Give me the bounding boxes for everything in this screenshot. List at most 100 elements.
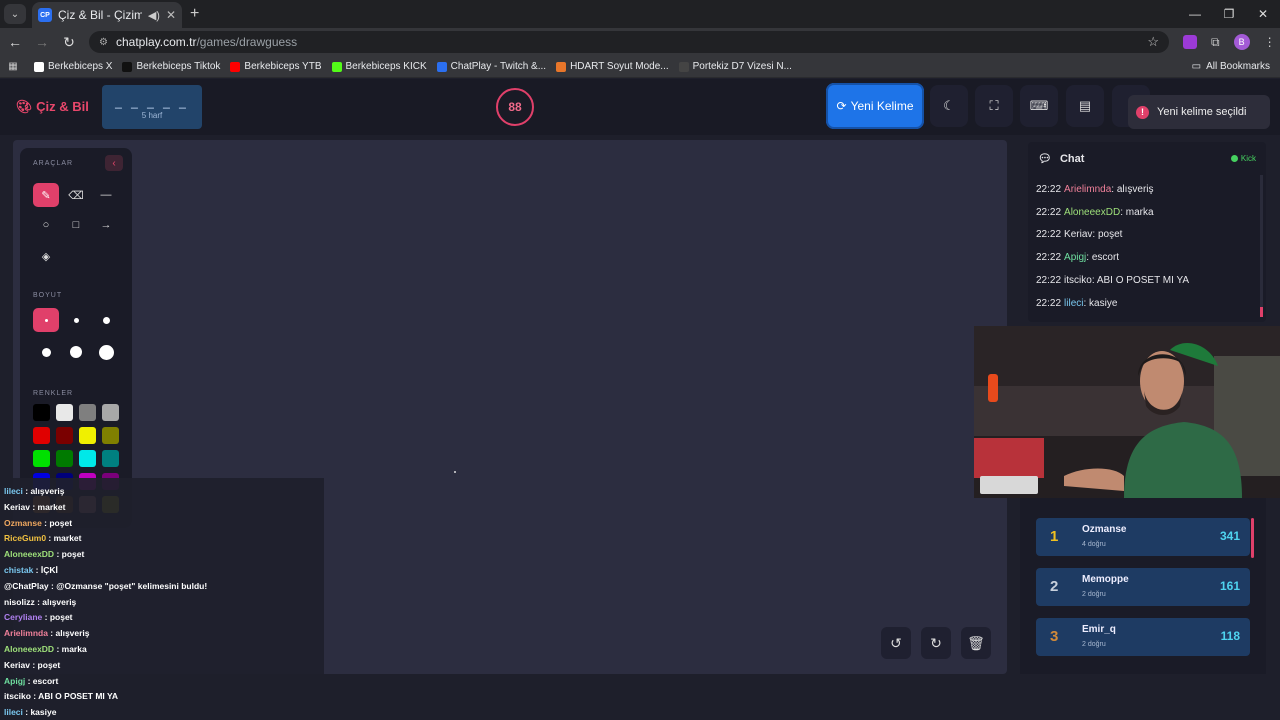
browser-tab-bar: ⌄ CP Çiz & Bil - Çizim Oyunu ◀) ✕ + — ❐ …: [0, 0, 1280, 28]
extension-icon[interactable]: [1183, 35, 1197, 49]
app-logo[interactable]: 🎨︎ Çiz & Bil: [16, 99, 89, 115]
color-swatch[interactable]: [33, 427, 50, 444]
bookmark-kick-icon: [331, 61, 342, 72]
message-user[interactable]: Arielimnda: [1064, 184, 1111, 195]
clear-canvas-button[interactable]: 🗑︎: [961, 627, 991, 659]
apps-grid-icon[interactable]: ▦: [2, 61, 24, 72]
info-circle-icon: !: [1136, 105, 1149, 119]
url-host: chatplay.com.tr: [115, 35, 197, 49]
message-user[interactable]: Apigj: [1064, 252, 1086, 263]
size-option[interactable]: [33, 340, 59, 364]
overlay-message: Arielimnda : alışveriş: [4, 628, 90, 638]
leaderboard-row: 2 Memoppe 2 doğru 161: [1036, 568, 1250, 606]
circle-tool-button[interactable]: ○: [33, 213, 59, 237]
address-bar[interactable]: ⚙ chatplay.com.tr/games/drawguess ☆: [89, 31, 1169, 53]
message-time: 22:22: [1036, 229, 1062, 241]
arrow-tool-button[interactable]: →: [93, 213, 119, 237]
minimize-icon[interactable]: —: [1178, 0, 1212, 28]
restore-icon[interactable]: ❐: [1212, 0, 1246, 28]
color-swatch[interactable]: [33, 450, 50, 467]
color-swatch[interactable]: [102, 427, 119, 444]
chat-scrollbar[interactable]: [1260, 175, 1263, 317]
bookmark-star-icon[interactable]: ☆: [1147, 34, 1159, 50]
bookmark-item[interactable]: Berkebiceps YTB: [230, 61, 322, 72]
message-time: 22:22: [1036, 252, 1062, 264]
bookmark-item[interactable]: HDART Soyut Mode...: [556, 61, 669, 72]
color-swatch[interactable]: [102, 450, 119, 467]
message-time: 22:22: [1036, 184, 1062, 195]
new-word-button[interactable]: ⟳ Yeni Kelime: [826, 83, 924, 129]
overlay-user: Arielimnda: [4, 628, 48, 639]
extensions-puzzle-icon[interactable]: ⧉: [1211, 35, 1220, 50]
line-icon: —: [100, 189, 112, 201]
speaker-icon[interactable]: ◀): [148, 9, 160, 22]
browser-tab[interactable]: CP Çiz & Bil - Çizim Oyunu ◀) ✕: [32, 2, 182, 28]
pen-tool-button[interactable]: ✎: [33, 183, 59, 207]
overlay-message: chistak : İÇKİ: [4, 565, 58, 575]
color-swatch[interactable]: [79, 427, 96, 444]
fill-tool-button[interactable]: ◈: [33, 244, 59, 268]
palette-icon: 🎨︎: [16, 99, 37, 114]
leaderboard-scrollbar[interactable]: [1251, 518, 1254, 558]
color-swatch[interactable]: [102, 404, 119, 421]
overlay-text: : escort: [25, 675, 59, 686]
site-info-icon[interactable]: ⚙: [99, 37, 108, 48]
overlay-message: AloneeexDD : poşet: [4, 549, 84, 559]
undo-button[interactable]: ↺: [881, 627, 911, 659]
overlay-text: : market: [46, 533, 82, 544]
tab-search-button[interactable]: ⌄: [4, 4, 26, 24]
leaderboard-row: 1 Ozmanse 4 doğru 341: [1036, 518, 1250, 556]
bookmark-item[interactable]: Portekiz D7 Vizesi N...: [678, 61, 792, 72]
reload-icon[interactable]: ↻: [57, 34, 81, 51]
message-user[interactable]: lileci: [1064, 298, 1083, 309]
fullscreen-button[interactable]: ⛶: [975, 85, 1013, 127]
overlay-user: chistak: [4, 565, 34, 575]
bookmark-chatplay-icon: [436, 61, 447, 72]
line-tool-button[interactable]: —: [93, 183, 119, 207]
color-swatch[interactable]: [56, 404, 73, 421]
back-icon[interactable]: ←: [3, 34, 27, 50]
overlay-user: Apigj: [4, 675, 26, 686]
dark-mode-button[interactable]: ☾: [930, 85, 968, 127]
overlay-message: itsciko : ABI O POSET MI YA: [4, 691, 118, 701]
size-option[interactable]: [93, 340, 119, 364]
overlay-text: : İÇKİ: [33, 565, 58, 575]
menu-kebab-icon[interactable]: ⋮: [1264, 35, 1276, 49]
bookmark-item[interactable]: Berkebiceps Tiktok: [122, 61, 220, 72]
tools-section-label: ARAÇLAR: [33, 160, 74, 167]
archive-button[interactable]: ▤: [1066, 85, 1104, 127]
bookmark-item[interactable]: Berkebiceps X: [34, 61, 112, 72]
paint-bucket-icon: ◈: [41, 250, 51, 263]
color-swatch[interactable]: [79, 404, 96, 421]
profile-avatar[interactable]: B: [1233, 34, 1250, 50]
color-swatch[interactable]: [56, 450, 73, 467]
message-user[interactable]: Keriav: [1064, 229, 1092, 240]
bookmark-item[interactable]: Berkebiceps KICK: [331, 61, 427, 72]
circle-icon: ○: [42, 219, 50, 231]
size-option[interactable]: [63, 308, 89, 332]
rectangle-tool-button[interactable]: □: [63, 213, 89, 237]
size-option[interactable]: [93, 308, 119, 332]
color-swatch[interactable]: [79, 450, 96, 467]
color-swatch[interactable]: [56, 427, 73, 444]
chat-message: 22:22 Arielimnda: alışveriş: [1036, 184, 1154, 195]
eraser-tool-button[interactable]: ⌫: [63, 183, 89, 207]
close-tab-icon[interactable]: ✕: [166, 8, 176, 22]
collapse-panel-button[interactable]: ‹: [105, 155, 123, 171]
message-user[interactable]: AloneeexDD: [1064, 207, 1120, 218]
new-tab-button[interactable]: +: [190, 5, 199, 23]
size-option[interactable]: [63, 340, 89, 364]
overlay-user: RiceGum0: [4, 533, 47, 544]
all-bookmarks-button[interactable]: ▭ All Bookmarks: [1192, 61, 1270, 72]
message-user[interactable]: itsciko: [1064, 275, 1092, 286]
bookmark-youtube-icon: [230, 61, 241, 72]
keyboard-button[interactable]: ⌨: [1020, 85, 1058, 127]
chat-message: 22:22 lileci: kasiye: [1036, 298, 1117, 309]
forward-icon[interactable]: →: [30, 34, 54, 50]
close-window-icon[interactable]: ✕: [1246, 0, 1280, 28]
size-option[interactable]: [33, 308, 59, 332]
color-swatch[interactable]: [33, 404, 50, 421]
bookmark-item[interactable]: ChatPlay - Twitch &...: [436, 61, 546, 72]
redo-button[interactable]: ↻: [921, 627, 951, 659]
scroll-thumb[interactable]: [1260, 307, 1263, 317]
